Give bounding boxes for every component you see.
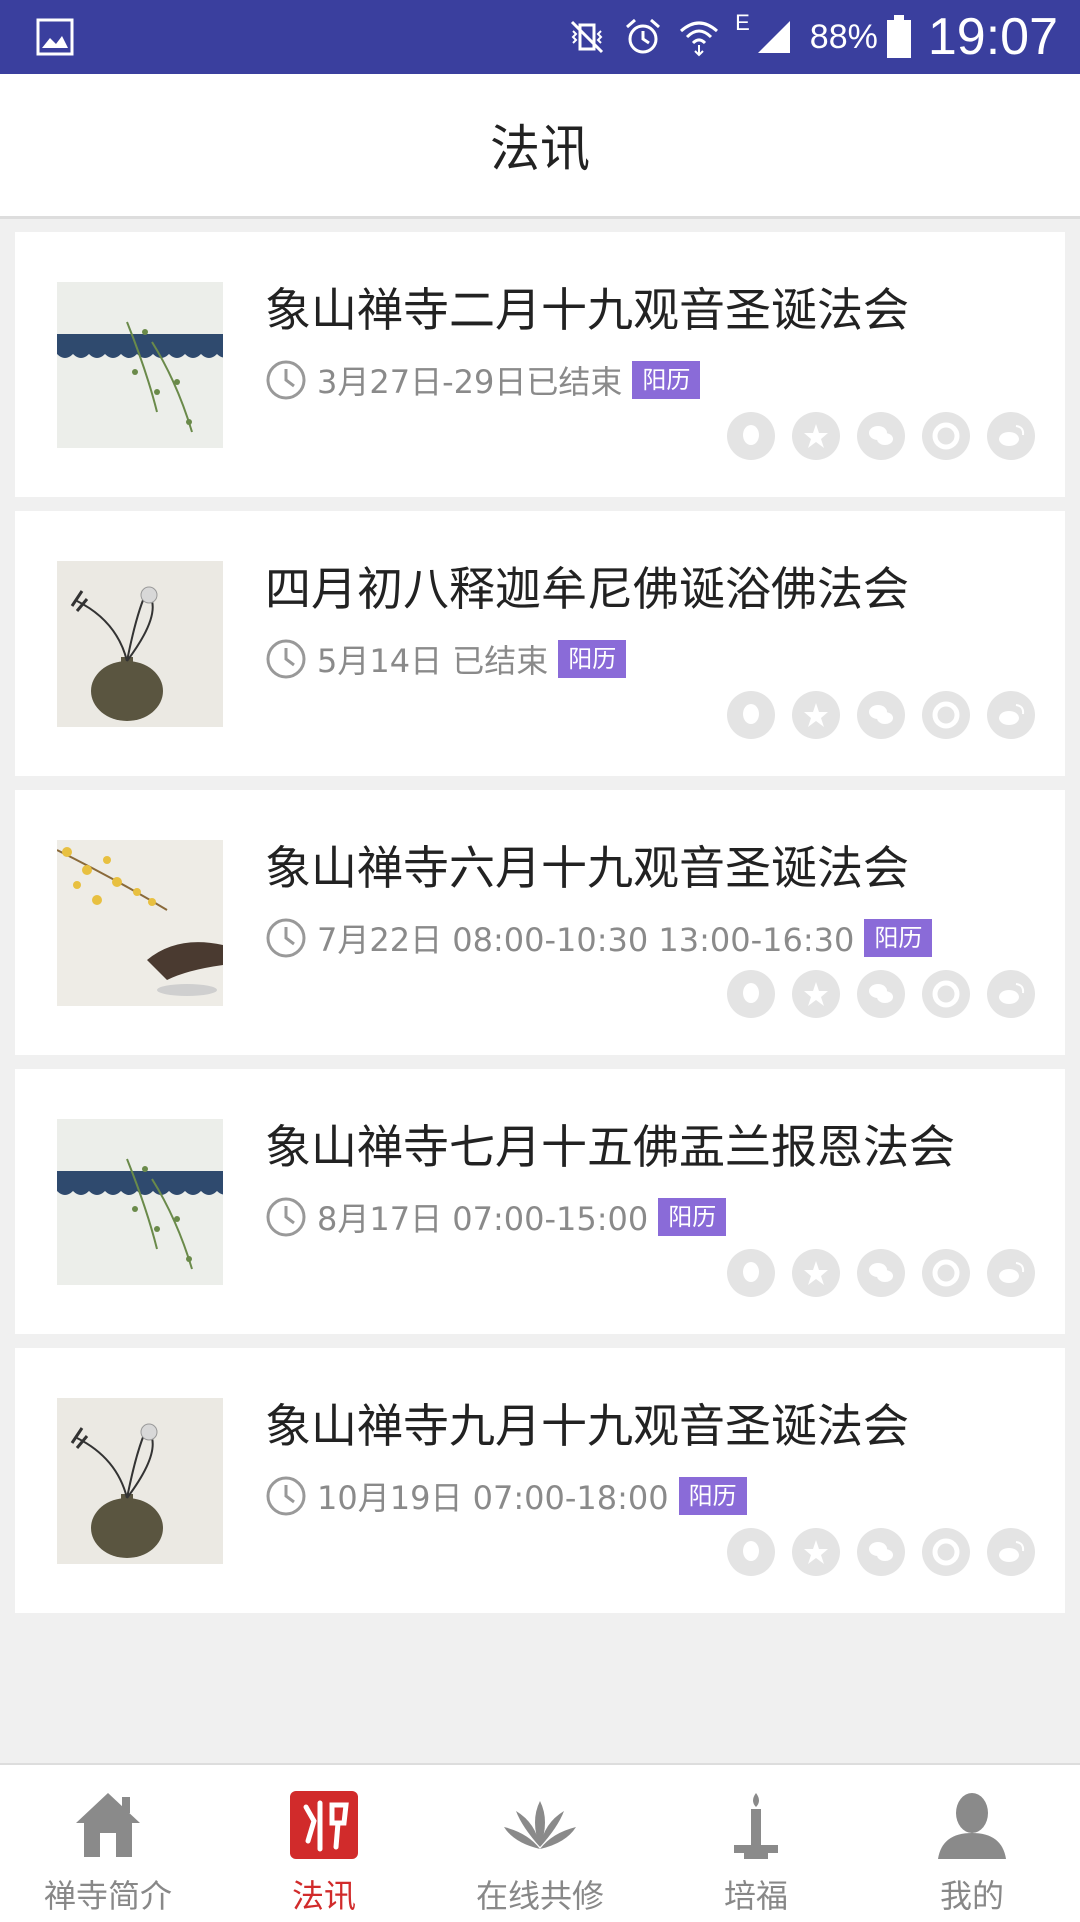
wechat-icon[interactable] <box>857 691 905 739</box>
calendar-badge: 阳历 <box>678 1477 747 1515</box>
home-icon <box>76 1793 140 1857</box>
wechat-icon[interactable] <box>857 970 905 1018</box>
qq-icon[interactable] <box>727 691 775 739</box>
user-icon <box>938 1793 1006 1859</box>
share-row <box>710 1249 1035 1297</box>
qq-icon[interactable] <box>727 1249 775 1297</box>
candle-icon <box>734 1793 778 1859</box>
tab-label: 法讯 <box>291 1877 356 1915</box>
moments-icon[interactable] <box>922 970 970 1018</box>
bottom-tab-bar: 禅寺简介 法讯 在线共修 培福 我的 <box>0 1763 1080 1922</box>
gallery-icon <box>36 18 74 56</box>
clock-icon <box>266 918 306 958</box>
qq-icon[interactable] <box>727 970 775 1018</box>
event-card[interactable]: 象山禅寺九月十九观音圣诞法会 10月19日 07:00-18:00 阳历 <box>15 1348 1065 1613</box>
moments-icon[interactable] <box>922 1249 970 1297</box>
tab-online-practice[interactable]: 在线共修 <box>432 1765 648 1922</box>
event-thumbnail <box>57 1119 223 1285</box>
share-row <box>710 1528 1035 1576</box>
event-card[interactable]: 象山禅寺六月十九观音圣诞法会 7月22日 08:00-10:30 13:00-1… <box>15 790 1065 1055</box>
qzone-icon[interactable] <box>792 970 840 1018</box>
event-thumbnail <box>57 561 223 727</box>
vibrate-icon <box>571 20 604 54</box>
event-thumbnail <box>57 840 223 1006</box>
tab-profile[interactable]: 我的 <box>864 1765 1080 1922</box>
buddha-icon <box>290 1791 358 1859</box>
battery-percent: 88% <box>809 17 878 56</box>
qq-icon[interactable] <box>727 412 775 460</box>
event-meta: 10月19日 07:00-18:00 阳历 <box>265 1474 747 1518</box>
tab-temple-intro[interactable]: 禅寺简介 <box>0 1765 216 1922</box>
status-icons: E 88% 19:07 <box>567 0 1058 74</box>
event-meta: 5月14日 已结束 阳历 <box>265 637 627 681</box>
clock-icon <box>266 1197 306 1237</box>
network-type-label: E <box>735 10 750 35</box>
event-thumbnail <box>57 282 223 448</box>
wechat-icon[interactable] <box>857 1528 905 1576</box>
moments-icon[interactable] <box>922 412 970 460</box>
signal-icon <box>757 21 790 53</box>
event-title[interactable]: 象山禅寺七月十五佛盂兰报恩法会 <box>265 1111 955 1177</box>
battery-icon <box>886 15 911 58</box>
weibo-icon[interactable] <box>987 1249 1035 1297</box>
clock-icon <box>266 1476 306 1516</box>
tab-blessing[interactable]: 培福 <box>648 1765 864 1922</box>
alarm-icon <box>626 18 661 54</box>
clock-time: 19:07 <box>927 8 1058 66</box>
event-time: 3月27日-29日已结束 <box>317 363 623 401</box>
event-card[interactable]: 象山禅寺七月十五佛盂兰报恩法会 8月17日 07:00-15:00 阳历 <box>15 1069 1065 1334</box>
event-time: 10月19日 07:00-18:00 <box>317 1479 669 1517</box>
share-row <box>710 691 1035 739</box>
event-card[interactable]: 四月初八释迦牟尼佛诞浴佛法会 5月14日 已结束 阳历 <box>15 511 1065 776</box>
weibo-icon[interactable] <box>987 412 1035 460</box>
wechat-icon[interactable] <box>857 1249 905 1297</box>
wechat-icon[interactable] <box>857 412 905 460</box>
tab-label: 禅寺简介 <box>43 1877 172 1915</box>
clock-icon <box>266 639 306 679</box>
qzone-icon[interactable] <box>792 1528 840 1576</box>
event-title[interactable]: 四月初八释迦牟尼佛诞浴佛法会 <box>265 553 909 619</box>
tab-label: 培福 <box>723 1877 788 1915</box>
wifi-icon <box>680 21 719 57</box>
event-card[interactable]: 象山禅寺二月十九观音圣诞法会 3月27日-29日已结束 阳历 <box>15 232 1065 497</box>
qzone-icon[interactable] <box>792 1249 840 1297</box>
moments-icon[interactable] <box>922 1528 970 1576</box>
event-list[interactable]: 象山禅寺二月十九观音圣诞法会 3月27日-29日已结束 阳历 四月初八释迦牟尼佛… <box>0 232 1080 1622</box>
calendar-badge: 阳历 <box>558 640 627 678</box>
event-time: 8月17日 07:00-15:00 <box>317 1200 649 1238</box>
clock-icon <box>266 360 306 400</box>
page-title: 法讯 <box>490 120 590 178</box>
calendar-badge: 阳历 <box>864 919 933 957</box>
tab-news[interactable]: 法讯 <box>216 1765 432 1922</box>
weibo-icon[interactable] <box>987 1528 1035 1576</box>
event-title[interactable]: 象山禅寺九月十九观音圣诞法会 <box>265 1390 909 1456</box>
event-meta: 8月17日 07:00-15:00 阳历 <box>265 1195 727 1239</box>
event-meta: 7月22日 08:00-10:30 13:00-16:30 阳历 <box>265 916 933 960</box>
event-time: 5月14日 已结束 <box>317 642 549 680</box>
calendar-badge: 阳历 <box>658 1198 727 1236</box>
share-row <box>710 970 1035 1018</box>
event-title[interactable]: 象山禅寺六月十九观音圣诞法会 <box>265 832 909 898</box>
qzone-icon[interactable] <box>792 412 840 460</box>
weibo-icon[interactable] <box>987 691 1035 739</box>
moments-icon[interactable] <box>922 691 970 739</box>
share-row <box>710 412 1035 460</box>
event-title[interactable]: 象山禅寺二月十九观音圣诞法会 <box>265 274 909 340</box>
calendar-badge: 阳历 <box>632 361 701 399</box>
event-meta: 3月27日-29日已结束 阳历 <box>265 358 701 402</box>
tab-label: 我的 <box>939 1877 1004 1915</box>
tab-label: 在线共修 <box>475 1877 604 1915</box>
qq-icon[interactable] <box>727 1528 775 1576</box>
status-bar: E 88% 19:07 <box>0 0 1080 74</box>
event-thumbnail <box>57 1398 223 1564</box>
event-time: 7月22日 08:00-10:30 13:00-16:30 <box>317 921 855 959</box>
lotus-icon <box>504 1801 576 1849</box>
qzone-icon[interactable] <box>792 691 840 739</box>
weibo-icon[interactable] <box>987 970 1035 1018</box>
page-header: 法讯 <box>0 74 1080 219</box>
